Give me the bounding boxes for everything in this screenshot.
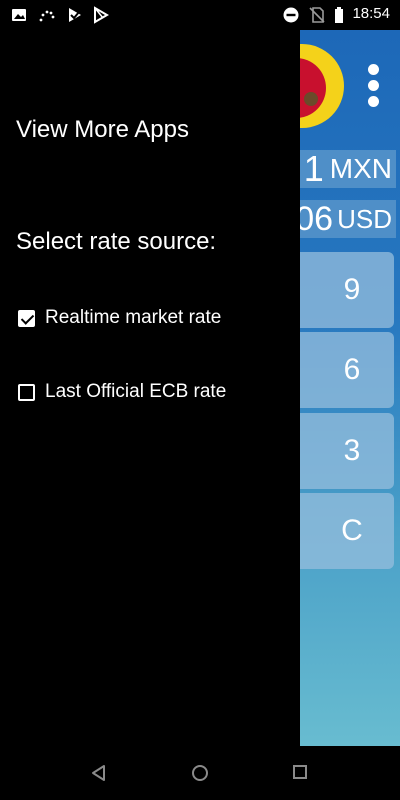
loading-icon xyxy=(39,10,55,22)
key-9[interactable]: 9 xyxy=(300,252,394,328)
amount-row-mxn[interactable]: 1 MXN xyxy=(300,150,396,188)
recents-icon[interactable] xyxy=(292,764,308,780)
key-3[interactable]: 3 xyxy=(300,413,394,489)
overflow-menu-icon[interactable] xyxy=(368,64,380,110)
play-store-notification-icon xyxy=(69,8,81,22)
no-sim-icon xyxy=(309,7,325,23)
amount-value: 06 xyxy=(300,200,334,238)
converter-app-background: 1 MXN 06 USD 9 6 3 C xyxy=(300,30,400,746)
currency-code: MXN xyxy=(329,153,392,184)
system-navigation-bar xyxy=(0,746,400,800)
ecb-rate-option[interactable]: Last Official ECB rate xyxy=(18,381,226,403)
status-time: 18:54 xyxy=(352,5,390,22)
view-more-apps-link[interactable]: View More Apps xyxy=(16,116,189,144)
ecb-rate-checkbox[interactable] xyxy=(18,383,35,401)
currency-code: USD xyxy=(337,203,392,234)
key-clear[interactable]: C xyxy=(300,493,394,569)
do-not-disturb-icon xyxy=(283,7,299,23)
amount-value: 1 xyxy=(303,150,324,188)
realtime-rate-option[interactable]: Realtime market rate xyxy=(18,307,221,329)
status-bar: 18:54 xyxy=(0,0,400,30)
rate-source-heading: Select rate source: xyxy=(16,228,217,255)
amount-row-usd[interactable]: 06 USD xyxy=(300,200,396,238)
home-icon[interactable] xyxy=(191,764,209,782)
image-icon xyxy=(12,9,26,21)
realtime-rate-checkbox[interactable] xyxy=(18,309,35,327)
play-store-icon xyxy=(94,6,109,24)
battery-icon xyxy=(335,7,343,23)
navigation-drawer: View More Apps Select rate source: Realt… xyxy=(0,30,300,746)
mexico-flag-icon[interactable] xyxy=(300,44,344,128)
option-label: Realtime market rate xyxy=(45,307,222,328)
key-6[interactable]: 6 xyxy=(300,332,394,408)
option-label: Last Official ECB rate xyxy=(45,381,227,402)
back-icon[interactable] xyxy=(90,764,108,782)
